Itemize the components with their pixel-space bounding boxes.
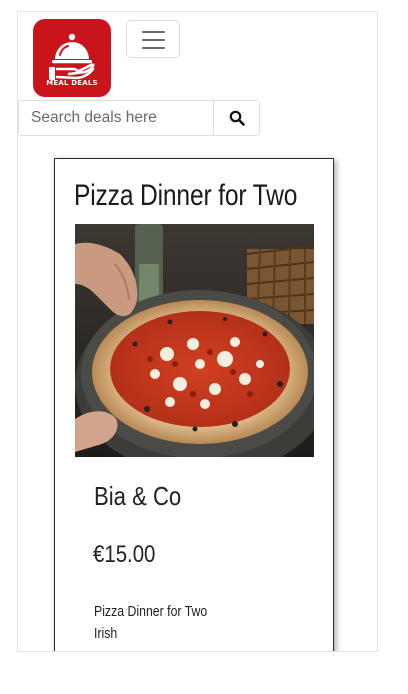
search-input[interactable] (19, 101, 213, 135)
search-form (18, 100, 260, 136)
deal-description-text: Pizza Dinner for Two (94, 603, 208, 620)
deal-title: Pizza Dinner for Two (74, 179, 298, 212)
search-icon (229, 110, 245, 126)
hamburger-menu-icon (142, 39, 165, 41)
search-button[interactable] (213, 101, 259, 135)
deal-description: Pizza Dinner for Two Irish (94, 601, 207, 645)
navbar-toggle-button[interactable] (126, 20, 180, 58)
logo-text: MEAL DEALS (46, 79, 98, 87)
meal-deals-logo[interactable]: MEAL DEALS (33, 19, 111, 97)
page-frame: MEAL DEALS Pizza Dinner for Two (17, 11, 378, 652)
hamburger-menu-icon (142, 47, 165, 49)
restaurant-name: Bia & Co (94, 481, 182, 511)
hamburger-menu-icon (142, 31, 165, 33)
deal-card[interactable]: Pizza Dinner for Two Bia & Co €15.00 Piz… (54, 158, 334, 651)
deal-image (75, 224, 314, 457)
cuisine-label: Irish (94, 625, 118, 642)
deal-price: €15.00 (93, 541, 156, 568)
